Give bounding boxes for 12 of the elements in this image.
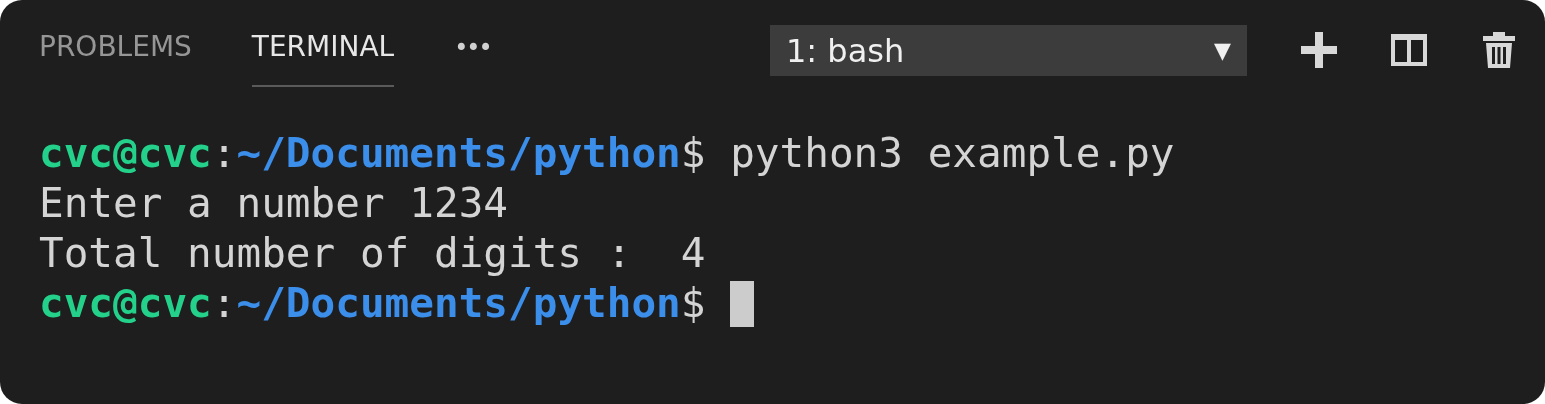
terminal-line: cvc@cvc:~/Documents/python$ [39, 278, 1545, 328]
dropdown-value: 1: bash [786, 31, 905, 70]
caret-icon: ▼ [1214, 38, 1231, 63]
terminal-dropdown[interactable]: 1: bash ▼ [770, 25, 1247, 76]
more-button[interactable]: ••• [454, 34, 491, 62]
terminal-line: Total number of digits : 4 [39, 228, 707, 278]
text-cursor [730, 281, 755, 327]
panel-tab[interactable]: TERMINAL [251, 30, 395, 87]
terminal-line: Enter a number 1234 [39, 178, 509, 228]
panel-tab[interactable]: PROBLEMS [39, 30, 192, 87]
add-icon[interactable] [1299, 30, 1339, 70]
terminal-line: cvc@cvc:~/Documents/python$ python3 example.py [39, 128, 1176, 178]
